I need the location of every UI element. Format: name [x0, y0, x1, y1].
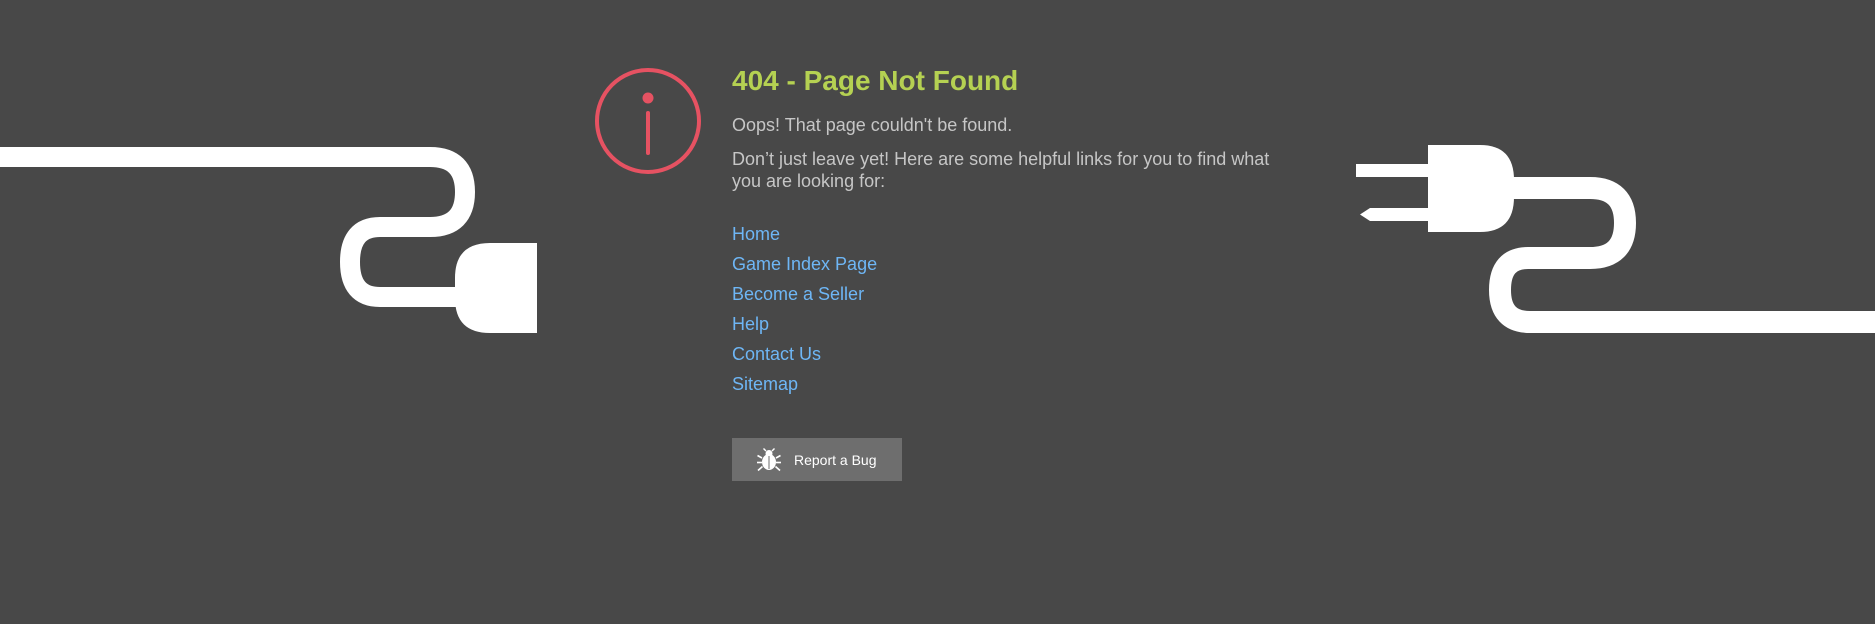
help-link[interactable]: Help — [732, 314, 769, 334]
error-content: 404 - Page Not Found Oops! That page cou… — [732, 64, 1292, 481]
helper-text: Don’t just leave yet! Here are some help… — [732, 149, 1270, 191]
report-bug-button[interactable]: Report a Bug — [732, 438, 902, 481]
report-bug-label: Report a Bug — [794, 451, 877, 468]
info-circle-icon — [595, 68, 701, 174]
list-item: Game Index Page — [732, 250, 1292, 280]
unplugged-cable-plug-icon — [1356, 145, 1875, 333]
contact-us-link[interactable]: Contact Us — [732, 344, 821, 364]
error-page: 404 - Page Not Found Oops! That page cou… — [0, 0, 1875, 624]
helpful-links-list: Home Game Index Page Become a Seller Hel… — [732, 220, 1292, 400]
list-item: Sitemap — [732, 370, 1292, 400]
list-item: Help — [732, 310, 1292, 340]
list-item: Contact Us — [732, 340, 1292, 370]
bug-icon — [757, 447, 781, 471]
become-seller-link[interactable]: Become a Seller — [732, 284, 864, 304]
list-item: Home — [732, 220, 1292, 250]
list-item: Become a Seller — [732, 280, 1292, 310]
page-title: 404 - Page Not Found — [732, 65, 1019, 96]
home-link[interactable]: Home — [732, 224, 780, 244]
game-index-link[interactable]: Game Index Page — [732, 254, 877, 274]
unplugged-cable-socket-icon — [0, 147, 537, 333]
sitemap-link[interactable]: Sitemap — [732, 374, 798, 394]
error-subtitle: Oops! That page couldn't be found. — [732, 115, 1013, 135]
